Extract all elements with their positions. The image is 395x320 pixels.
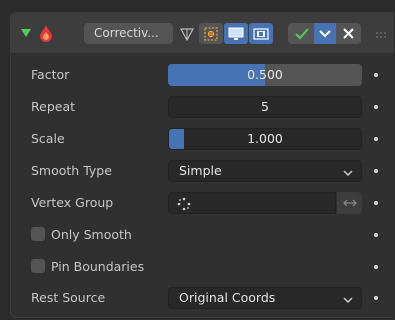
drag-grip-icon[interactable] (375, 28, 387, 38)
smooth-type-keyframe-dot[interactable] (374, 169, 378, 173)
repeat-label: Repeat (31, 99, 76, 114)
invert-vertex-group-button[interactable] (337, 192, 362, 214)
repeat-field[interactable]: 5 (168, 96, 362, 118)
pin-boundaries-checkbox[interactable] (31, 259, 45, 273)
vertex-group-keyframe-dot[interactable] (374, 201, 378, 205)
smooth-type-label: Smooth Type (31, 163, 112, 178)
factor-slider[interactable]: 0.500 (168, 64, 362, 86)
factor-keyframe-dot[interactable] (374, 73, 378, 77)
scale-value: 1.000 (247, 131, 283, 146)
pin-boundaries-keyframe-dot[interactable] (374, 265, 378, 269)
close-icon[interactable] (337, 23, 359, 44)
rest-source-label: Rest Source (31, 290, 106, 305)
apply-menu-group (288, 23, 361, 44)
modifier-panel: Correctiv... Factor 0.500 Repeat 5 Scale… (10, 12, 394, 318)
edit-mode-icon[interactable] (199, 23, 223, 44)
expand-triangle-icon[interactable] (19, 26, 33, 40)
scale-row: Scale 1.000 (11, 128, 394, 150)
only-smooth-label: Only Smooth (51, 227, 132, 242)
chevron-down-icon[interactable] (314, 23, 336, 44)
smooth-type-row: Smooth Type Simple (11, 160, 394, 182)
scale-field[interactable]: 1.000 (168, 128, 362, 150)
smooth-corrective-icon (38, 24, 54, 42)
factor-row: Factor 0.500 (11, 64, 394, 86)
pin-boundaries-label: Pin Boundaries (51, 259, 145, 274)
smooth-type-dropdown[interactable]: Simple (168, 160, 362, 182)
factor-label: Factor (31, 67, 70, 82)
arrow-left-right-icon (342, 196, 358, 211)
factor-value: 0.500 (247, 67, 283, 82)
scale-keyframe-dot[interactable] (374, 137, 378, 141)
modifier-header: Correctiv... (11, 13, 394, 53)
rest-source-row: Rest Source Original Coords (11, 287, 394, 309)
vertex-group-row: Vertex Group (11, 192, 394, 214)
vertex-group-label: Vertex Group (31, 195, 114, 210)
only-smooth-keyframe-dot[interactable] (374, 233, 378, 237)
checkmark-icon[interactable] (291, 23, 313, 44)
only-smooth-row: Only Smooth (11, 224, 394, 246)
rest-source-value: Original Coords (179, 290, 276, 305)
repeat-value: 5 (261, 99, 269, 114)
repeat-keyframe-dot[interactable] (374, 105, 378, 109)
rest-source-keyframe-dot[interactable] (374, 296, 378, 300)
pin-boundaries-row: Pin Boundaries (11, 256, 394, 278)
render-icon[interactable] (249, 23, 273, 44)
repeat-row: Repeat 5 (11, 96, 394, 118)
chevron-down-icon (343, 166, 353, 177)
only-smooth-checkbox[interactable] (31, 227, 45, 241)
vertex-group-field[interactable] (168, 192, 336, 214)
scale-label: Scale (31, 131, 65, 146)
rest-source-dropdown[interactable]: Original Coords (168, 287, 362, 309)
realtime-display-icon[interactable] (224, 23, 248, 44)
chevron-down-icon (343, 293, 353, 304)
vertex-group-icon (177, 197, 191, 214)
smooth-type-value: Simple (179, 163, 222, 178)
on-cage-icon[interactable] (177, 23, 197, 44)
modifier-name-field[interactable]: Correctiv... (84, 23, 173, 44)
